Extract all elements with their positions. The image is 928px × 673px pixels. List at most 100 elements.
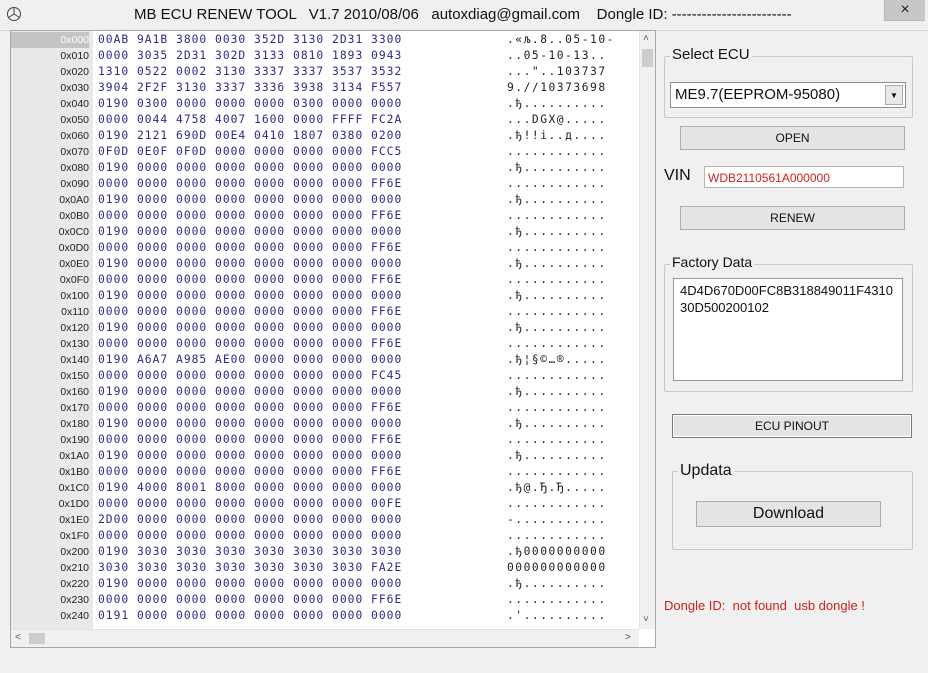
hex-row-bytes[interactable]: 0190 0000 0000 0000 0000 0000 0000 0000 <box>98 288 402 304</box>
hex-row-bytes[interactable]: 0000 0000 0000 0000 0000 0000 0000 FF6E <box>98 208 402 224</box>
hex-row-ascii[interactable]: ............ <box>507 240 607 256</box>
hex-row-bytes[interactable]: 0000 0000 0000 0000 0000 0000 0000 FF6E <box>98 176 402 192</box>
hex-row-bytes[interactable]: 0190 3030 3030 3030 3030 3030 3030 3030 <box>98 544 402 560</box>
hex-row-ascii[interactable]: ............ <box>507 144 607 160</box>
hex-row[interactable]: 0x0F0 0000 0000 0000 0000 0000 0000 0000 … <box>11 272 641 288</box>
hex-row-ascii[interactable]: ............ <box>507 496 607 512</box>
hex-row-bytes[interactable]: 0000 0000 0000 0000 0000 0000 0000 FF6E <box>98 400 402 416</box>
hex-row-ascii[interactable]: ............ <box>507 464 607 480</box>
hex-row-ascii[interactable]: 000000000000 <box>507 560 607 576</box>
vin-input[interactable]: WDB2110561A000000 <box>704 166 904 188</box>
hex-row-bytes[interactable]: 0190 0000 0000 0000 0000 0000 0000 0000 <box>98 576 402 592</box>
hex-row-ascii[interactable]: .«љ.8..05-10- <box>507 32 615 48</box>
scroll-down-icon[interactable]: ˅ <box>643 614 649 625</box>
hex-row-bytes[interactable]: 0000 0000 0000 0000 0000 0000 0000 FF6E <box>98 464 402 480</box>
hex-row-bytes[interactable]: 0190 0000 0000 0000 0000 0000 0000 0000 <box>98 448 402 464</box>
hex-row[interactable]: 0x180 0190 0000 0000 0000 0000 0000 0000 … <box>11 416 641 432</box>
hex-row-ascii[interactable]: .ђ@.Ђ.Ђ..... <box>507 480 607 496</box>
hex-row-ascii[interactable]: ............ <box>507 368 607 384</box>
hex-row-ascii[interactable]: .ђ.......... <box>507 96 607 112</box>
hex-row-bytes[interactable]: 00AB 9A1B 3800 0030 352D 3130 2D31 3300 <box>98 32 402 48</box>
vertical-scroll-thumb[interactable] <box>642 49 653 67</box>
hex-row[interactable]: 0x190 0000 0000 0000 0000 0000 0000 0000 … <box>11 432 641 448</box>
ecu-pinout-button[interactable]: ECU PINOUT <box>672 414 912 438</box>
hex-row[interactable]: 0x060 0190 2121 690D 00E4 0410 1807 0380 … <box>11 128 641 144</box>
hex-row-bytes[interactable]: 0190 0000 0000 0000 0000 0000 0000 0000 <box>98 256 402 272</box>
hex-row-bytes[interactable]: 0190 0000 0000 0000 0000 0000 0000 0000 <box>98 192 402 208</box>
hex-row-bytes[interactable]: 0000 0000 0000 0000 0000 0000 0000 FF6E <box>98 272 402 288</box>
hex-row[interactable]: 0x090 0000 0000 0000 0000 0000 0000 0000 … <box>11 176 641 192</box>
hex-row-ascii[interactable]: 9.//10373698 <box>507 80 607 96</box>
hex-row[interactable]: 0x0D0 0000 0000 0000 0000 0000 0000 0000 … <box>11 240 641 256</box>
hex-editor[interactable]: 0x000 00AB 9A1B 3800 0030 352D 3130 2D31 … <box>10 30 656 648</box>
hex-row[interactable]: 0x140 0190 A6A7 A985 AE00 0000 0000 0000 … <box>11 352 641 368</box>
hex-row-ascii[interactable]: ...DGX@..... <box>507 112 607 128</box>
hex-row[interactable]: 0x160 0190 0000 0000 0000 0000 0000 0000 … <box>11 384 641 400</box>
hex-row-bytes[interactable]: 0190 0000 0000 0000 0000 0000 0000 0000 <box>98 160 402 176</box>
hex-row[interactable]: 0x050 0000 0044 4758 4007 1600 0000 FFFF … <box>11 112 641 128</box>
scroll-left-icon[interactable]: < <box>15 632 21 643</box>
hex-row-bytes[interactable]: 0000 0000 0000 0000 0000 0000 0000 0000 <box>98 528 402 544</box>
hex-row[interactable]: 0x1E0 2D00 0000 0000 0000 0000 0000 0000 … <box>11 512 641 528</box>
chevron-down-icon[interactable]: ▼ <box>885 85 903 105</box>
hex-row-bytes[interactable]: 0000 0000 0000 0000 0000 0000 0000 FF6E <box>98 304 402 320</box>
hex-row[interactable]: 0x220 0190 0000 0000 0000 0000 0000 0000 … <box>11 576 641 592</box>
scroll-up-icon[interactable]: ˄ <box>643 33 649 44</box>
hex-row[interactable]: 0x200 0190 3030 3030 3030 3030 3030 3030 … <box>11 544 641 560</box>
hex-row[interactable]: 0x100 0190 0000 0000 0000 0000 0000 0000 … <box>11 288 641 304</box>
renew-button[interactable]: RENEW <box>680 206 905 230</box>
hex-row[interactable]: 0x000 00AB 9A1B 3800 0030 352D 3130 2D31 … <box>11 32 641 48</box>
hex-row-bytes[interactable]: 0190 0000 0000 0000 0000 0000 0000 0000 <box>98 224 402 240</box>
hex-row[interactable]: 0x1C0 0190 4000 8001 8000 0000 0000 0000 … <box>11 480 641 496</box>
hex-row[interactable]: 0x1D0 0000 0000 0000 0000 0000 0000 0000 … <box>11 496 641 512</box>
hex-row-bytes[interactable]: 0F0D 0E0F 0F0D 0000 0000 0000 0000 FCC5 <box>98 144 402 160</box>
hex-row-bytes[interactable]: 2D00 0000 0000 0000 0000 0000 0000 0000 <box>98 512 402 528</box>
hex-row[interactable]: 0x210 3030 3030 3030 3030 3030 3030 3030 … <box>11 560 641 576</box>
hex-row[interactable]: 0x1A0 0190 0000 0000 0000 0000 0000 0000 … <box>11 448 641 464</box>
hex-row-ascii[interactable]: .ђ.......... <box>507 416 607 432</box>
hex-row[interactable]: 0x010 0000 3035 2D31 302D 3133 0810 1893 … <box>11 48 641 64</box>
hex-row-ascii[interactable]: ..."..103737 <box>507 64 607 80</box>
hex-row-ascii[interactable]: .ђ.......... <box>507 384 607 400</box>
close-button[interactable]: × <box>884 0 925 21</box>
hex-row[interactable]: 0x040 0190 0300 0000 0000 0000 0300 0000 … <box>11 96 641 112</box>
hex-row-bytes[interactable]: 0000 0000 0000 0000 0000 0000 0000 FF6E <box>98 336 402 352</box>
factory-data-textarea[interactable]: 4D4D670D00FC8B318849011F431030D500200102 <box>673 278 903 381</box>
hex-row-ascii[interactable]: ............ <box>507 304 607 320</box>
hex-row-ascii[interactable]: .ђ.......... <box>507 256 607 272</box>
hex-row-ascii[interactable]: ............ <box>507 432 607 448</box>
hex-row[interactable]: 0x120 0190 0000 0000 0000 0000 0000 0000 … <box>11 320 641 336</box>
hex-row-ascii[interactable]: .ђ.......... <box>507 192 607 208</box>
hex-row[interactable]: 0x1B0 0000 0000 0000 0000 0000 0000 0000 … <box>11 464 641 480</box>
hex-row-ascii[interactable]: ............ <box>507 176 607 192</box>
hex-row-ascii[interactable]: ............ <box>507 208 607 224</box>
hex-row-bytes[interactable]: 0191 0000 0000 0000 0000 0000 0000 0000 <box>98 608 402 624</box>
hex-row-bytes[interactable]: 0000 0000 0000 0000 0000 0000 0000 FF6E <box>98 592 402 608</box>
hex-row-ascii[interactable]: -........... <box>507 512 607 528</box>
hex-row[interactable]: 0x070 0F0D 0E0F 0F0D 0000 0000 0000 0000 … <box>11 144 641 160</box>
hex-row-bytes[interactable]: 0000 0000 0000 0000 0000 0000 0000 00FE <box>98 496 402 512</box>
hex-row-ascii[interactable]: .ђ.......... <box>507 288 607 304</box>
hex-row-bytes[interactable]: 3904 2F2F 3130 3337 3336 3938 3134 F557 <box>98 80 402 96</box>
hex-row[interactable]: 0x230 0000 0000 0000 0000 0000 0000 0000 … <box>11 592 641 608</box>
hex-row[interactable]: 0x170 0000 0000 0000 0000 0000 0000 0000 … <box>11 400 641 416</box>
hex-row-ascii[interactable]: .ђ.......... <box>507 160 607 176</box>
hex-row-ascii[interactable]: ............ <box>507 336 607 352</box>
hex-row-bytes[interactable]: 0000 0000 0000 0000 0000 0000 0000 FC45 <box>98 368 402 384</box>
hex-row-bytes[interactable]: 0190 4000 8001 8000 0000 0000 0000 0000 <box>98 480 402 496</box>
hex-row-ascii[interactable]: ............ <box>507 528 607 544</box>
hex-row[interactable]: 0x0A0 0190 0000 0000 0000 0000 0000 0000 … <box>11 192 641 208</box>
hex-row[interactable]: 0x0B0 0000 0000 0000 0000 0000 0000 0000 … <box>11 208 641 224</box>
hex-row-bytes[interactable]: 0000 0000 0000 0000 0000 0000 0000 FF6E <box>98 240 402 256</box>
hex-row-ascii[interactable]: .'.......... <box>507 608 607 624</box>
hex-row-bytes[interactable]: 1310 0522 0002 3130 3337 3337 3537 3532 <box>98 64 402 80</box>
horizontal-scroll-thumb[interactable] <box>29 633 45 644</box>
hex-row-bytes[interactable]: 3030 3030 3030 3030 3030 3030 3030 FA2E <box>98 560 402 576</box>
hex-row-ascii[interactable]: .ђ¦§©…®..... <box>507 352 607 368</box>
ecu-select[interactable]: ME9.7(EEPROM-95080) ▼ <box>670 82 906 108</box>
horizontal-scrollbar[interactable]: < > <box>11 629 639 647</box>
hex-row-ascii[interactable]: .ђ.......... <box>507 224 607 240</box>
hex-row-bytes[interactable]: 0190 A6A7 A985 AE00 0000 0000 0000 0000 <box>98 352 402 368</box>
hex-row-bytes[interactable]: 0190 0000 0000 0000 0000 0000 0000 0000 <box>98 384 402 400</box>
hex-row[interactable]: 0x130 0000 0000 0000 0000 0000 0000 0000 … <box>11 336 641 352</box>
